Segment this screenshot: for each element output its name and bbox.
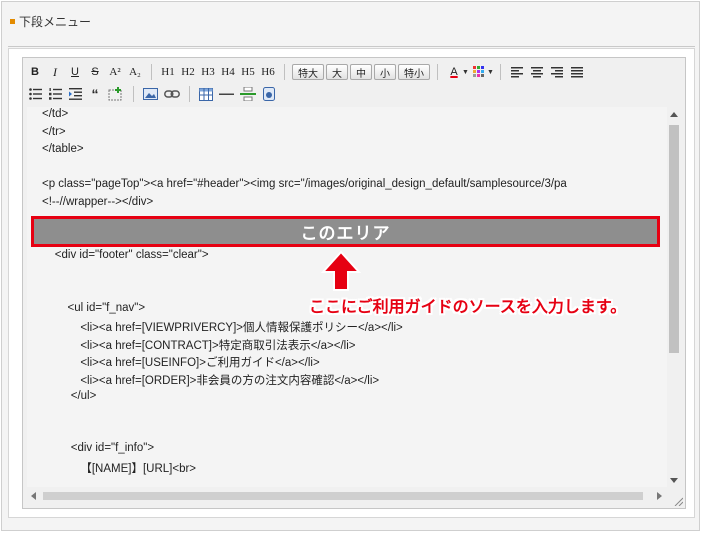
scroll-right-icon[interactable] — [657, 492, 662, 500]
instruction-note: ここにご利用ガイドのソースを入力します。 — [309, 299, 627, 316]
toolbar-separator — [151, 64, 152, 80]
bulleted-list-button[interactable] — [26, 85, 44, 103]
toolbar-separator — [284, 64, 285, 80]
italic-button[interactable]: I — [46, 63, 64, 81]
insert-file-button[interactable] — [260, 85, 278, 103]
blockquote-button[interactable]: “ — [86, 85, 104, 103]
size-small-button[interactable]: 小 — [374, 64, 396, 80]
bulleted-list-icon — [28, 88, 42, 100]
align-center-button[interactable] — [528, 63, 546, 81]
horizontal-scrollbar[interactable] — [27, 489, 667, 503]
code-line: </table> — [42, 143, 84, 156]
toolbar-separator — [437, 64, 438, 80]
panel-header: 下段メニュー — [2, 2, 699, 46]
header-divider — [8, 46, 695, 47]
align-right-icon — [550, 66, 563, 77]
insert-image-button[interactable] — [141, 85, 160, 103]
horizontal-rule-button[interactable] — [217, 85, 236, 103]
code-line: <li><a href=[CONTRACT]>特定商取引法表示</a></li> — [42, 339, 356, 352]
chevron-down-icon[interactable]: ▼ — [487, 69, 494, 76]
indent-icon — [68, 88, 82, 100]
code-line: <div id="footer" class="clear"> — [42, 248, 209, 261]
code-line: <li><a href=[USEINFO]>ご利用ガイド</a></li> — [42, 357, 320, 370]
code-line: </td> — [42, 108, 69, 120]
link-icon — [164, 90, 180, 98]
quote-icon: “ — [91, 86, 99, 102]
image-icon — [143, 88, 158, 100]
insert-div-button[interactable] — [106, 85, 126, 103]
code-line: <p class="pageTop"><a href="#header"><im… — [42, 178, 567, 191]
table-icon — [199, 87, 213, 101]
align-justify-button[interactable] — [568, 63, 586, 81]
code-line: <!--//wrapper--></div> — [42, 196, 154, 208]
align-justify-icon — [570, 66, 583, 77]
size-xlarge-button[interactable]: 特大 — [292, 64, 324, 80]
numbered-list-button[interactable] — [46, 85, 64, 103]
code-line: <li><a href=[ORDER]>非会員の方の注文内容確認</a></li… — [42, 375, 380, 387]
document-icon — [263, 87, 275, 101]
heading-5-button[interactable]: H5 — [239, 63, 257, 81]
size-xsmall-button[interactable]: 特小 — [398, 64, 430, 80]
chevron-down-icon[interactable]: ▼ — [462, 69, 469, 76]
insert-link-button[interactable] — [162, 85, 182, 103]
page-break-icon — [240, 87, 256, 101]
code-line: </tr> — [42, 125, 66, 138]
indent-button[interactable] — [66, 85, 84, 103]
toolbar-separator — [189, 86, 190, 102]
color-grid-icon — [472, 66, 484, 77]
panel-title: 下段メニュー — [19, 15, 92, 29]
highlight-area-box: このエリア — [31, 216, 660, 247]
font-color-label: A — [450, 66, 458, 78]
bullet-icon — [10, 19, 15, 24]
bold-button[interactable]: B — [26, 63, 44, 81]
horizontal-scroll-thumb[interactable] — [43, 492, 643, 500]
toolbar-row-2: “ — [25, 82, 279, 106]
scroll-down-icon[interactable] — [670, 478, 678, 483]
horizontal-rule-icon — [219, 93, 234, 95]
area-label: このエリア — [300, 224, 391, 243]
strikethrough-button[interactable]: S — [86, 63, 104, 81]
code-line: <ul id="f_nav"> — [42, 301, 146, 314]
heading-6-button[interactable]: H6 — [259, 63, 277, 81]
numbered-list-icon — [48, 88, 62, 100]
background-color-button[interactable] — [470, 63, 488, 81]
align-left-button[interactable] — [508, 63, 526, 81]
font-color-button[interactable]: A — [445, 63, 463, 81]
page-break-button[interactable] — [238, 85, 258, 103]
toolbar-separator — [499, 64, 501, 80]
vertical-scrollbar[interactable] — [667, 107, 681, 489]
heading-4-button[interactable]: H4 — [219, 63, 237, 81]
code-line: <li><a href=[VIEWPRIVERCY]>個人情報保護ポリシー</a… — [42, 322, 403, 335]
size-large-button[interactable]: 大 — [326, 64, 348, 80]
vertical-scroll-thumb[interactable] — [669, 125, 679, 353]
code-line: <div id="f_info"> — [42, 442, 155, 455]
code-line: 【[NAME]】[URL]<br> — [42, 463, 197, 475]
scroll-left-icon[interactable] — [31, 492, 36, 500]
subscript-button[interactable]: A₂ — [126, 63, 144, 81]
align-center-icon — [530, 66, 543, 77]
heading-1-button[interactable]: H1 — [159, 63, 177, 81]
toolbar-row-1: B I U S A² A₂ H1 H2 H3 H4 H5 H6 特大 大 中 小… — [25, 60, 587, 84]
superscript-button[interactable]: A² — [106, 63, 124, 81]
toolbar-separator — [133, 86, 134, 102]
heading-2-button[interactable]: H2 — [179, 63, 197, 81]
align-right-button[interactable] — [548, 63, 566, 81]
insert-table-button[interactable] — [197, 85, 215, 103]
code-line: </ul> — [42, 389, 97, 402]
div-insert-icon — [108, 87, 122, 101]
align-left-icon — [510, 66, 523, 77]
underline-button[interactable]: U — [66, 63, 84, 81]
heading-3-button[interactable]: H3 — [199, 63, 217, 81]
arrow-up-icon — [320, 250, 362, 291]
resize-grip-icon[interactable] — [673, 496, 683, 506]
size-medium-button[interactable]: 中 — [350, 64, 372, 80]
scroll-up-icon[interactable] — [670, 112, 678, 117]
